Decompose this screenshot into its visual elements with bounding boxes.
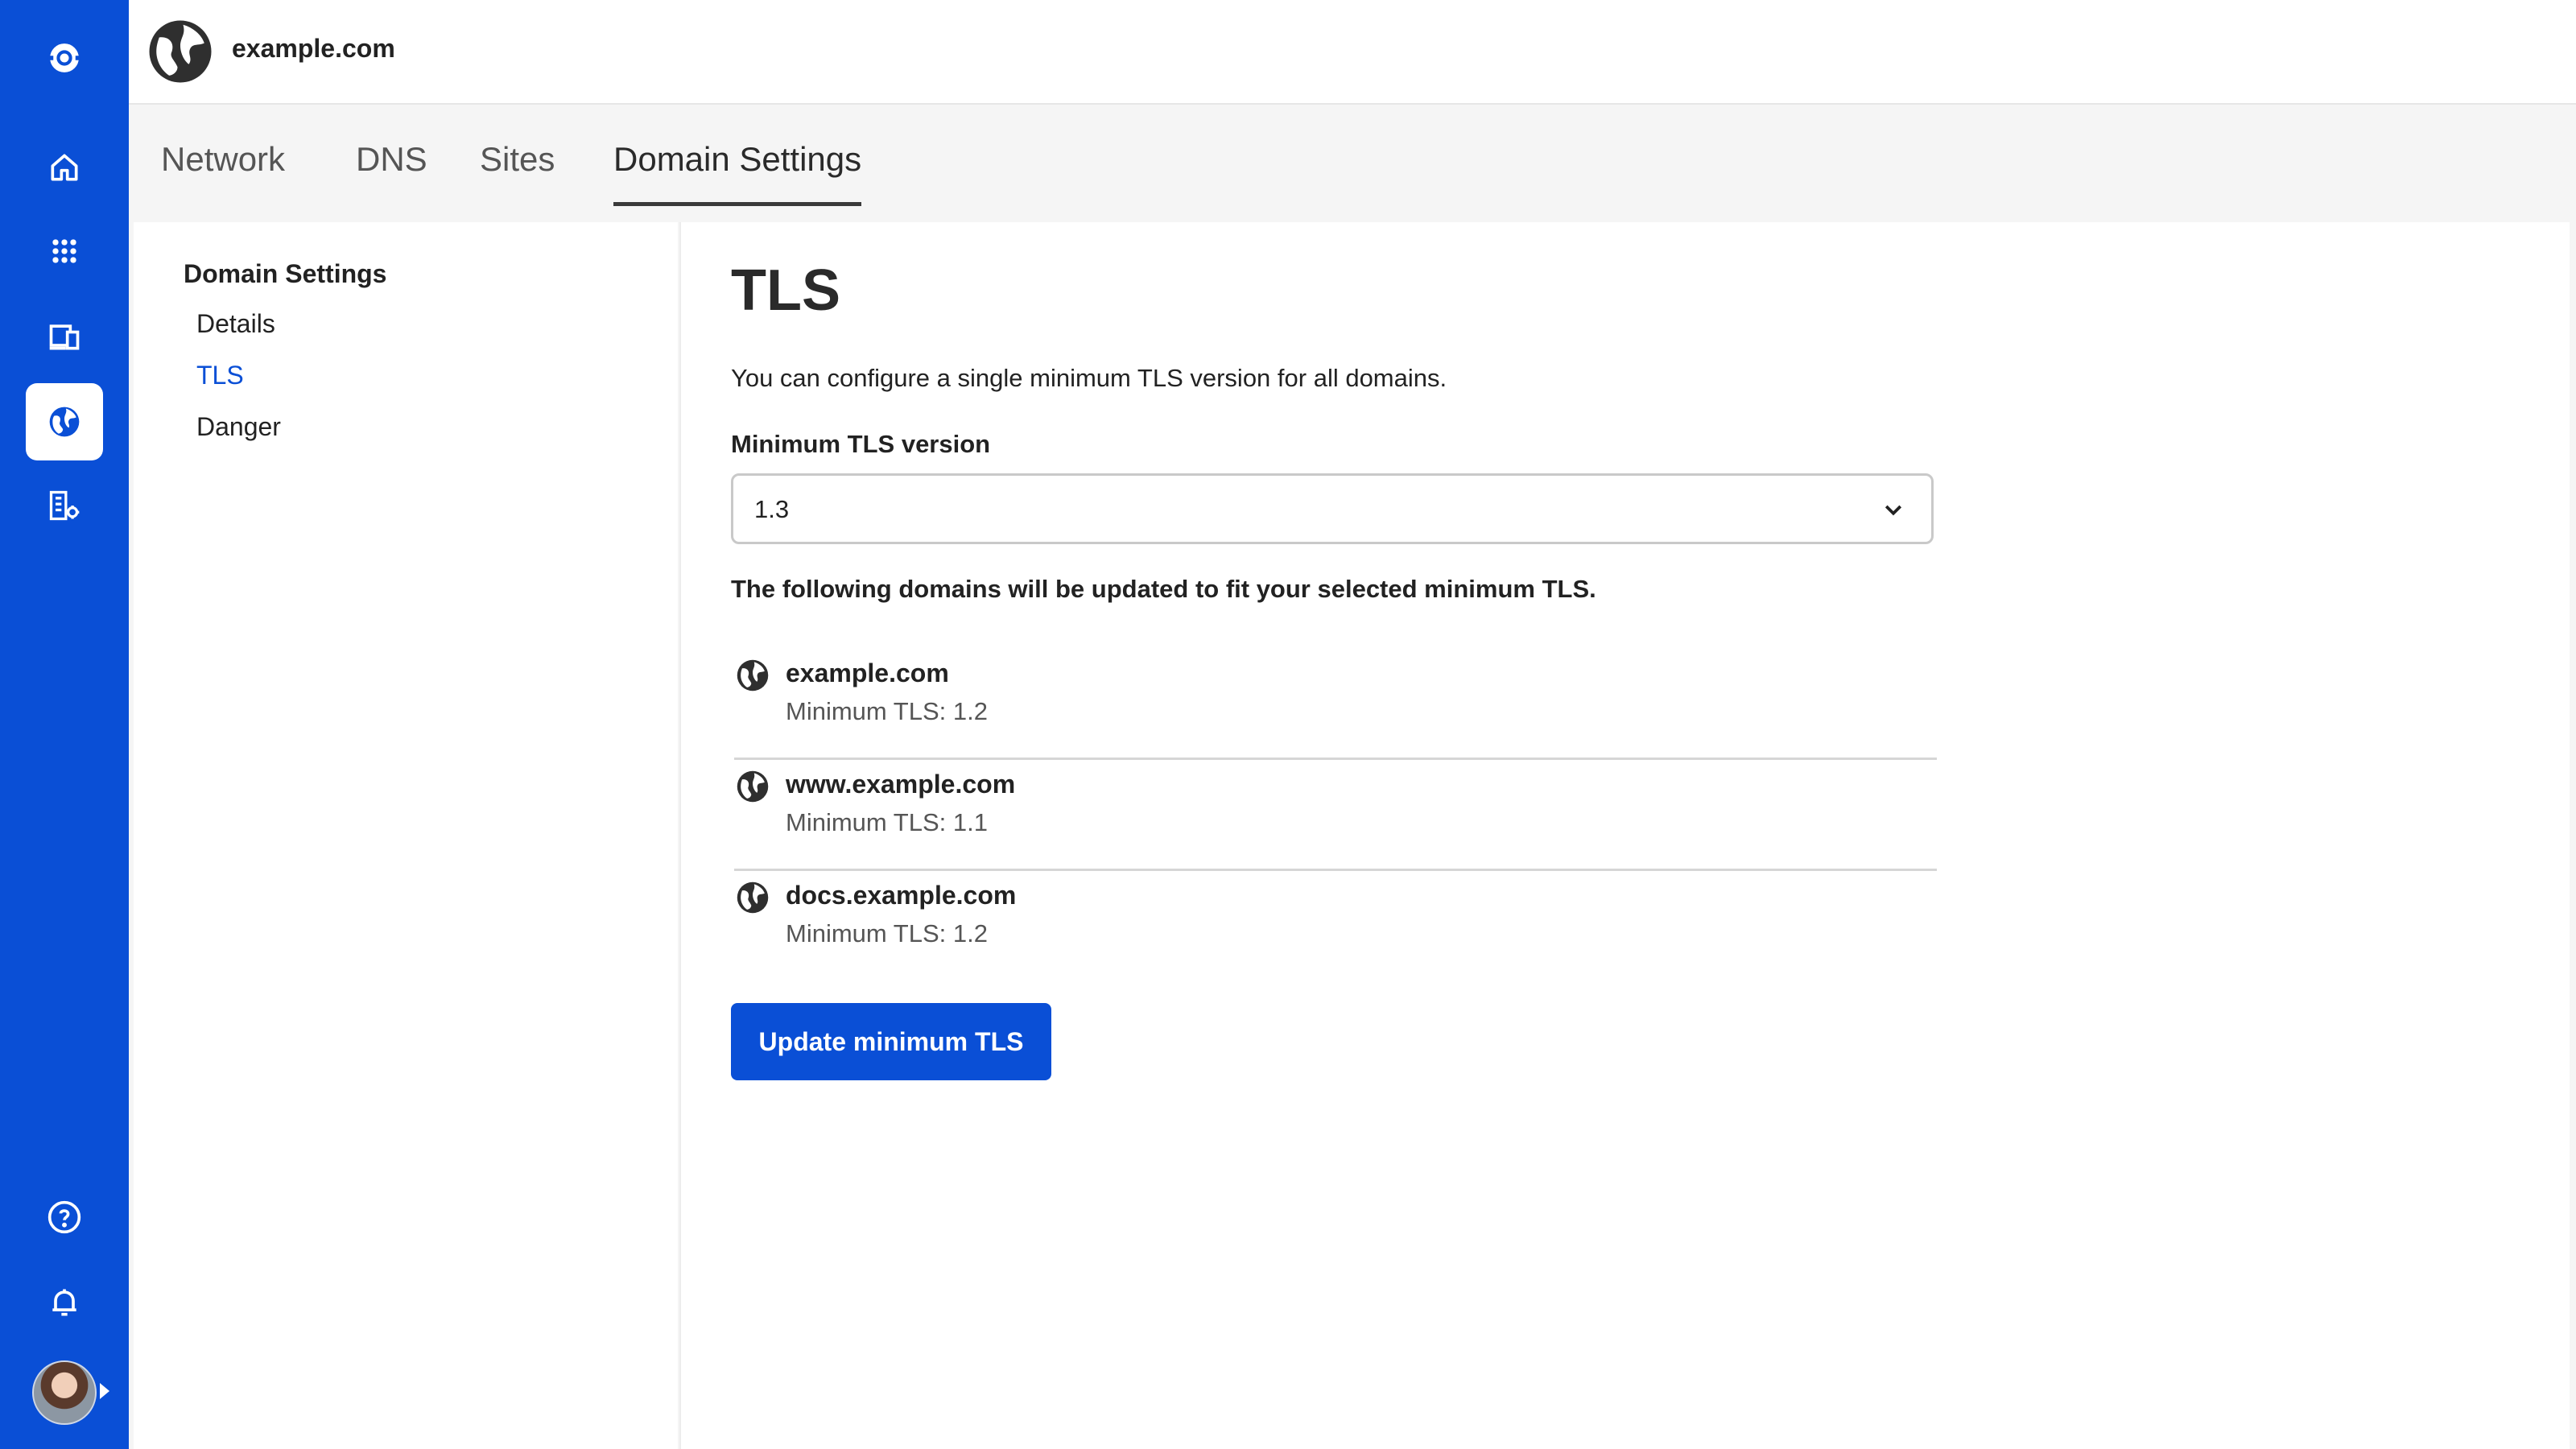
left-rail xyxy=(0,0,129,1449)
globe-icon xyxy=(737,770,769,803)
avatar-caret-icon[interactable] xyxy=(100,1383,109,1399)
subnav-item-tls[interactable]: TLS xyxy=(196,361,244,390)
notifications-bell-icon[interactable] xyxy=(26,1264,103,1341)
section-tabs: Network DNS Sites Domain Settings xyxy=(129,105,2576,217)
min-tls-select[interactable]: 1.3 xyxy=(731,473,1934,544)
settings-subnav: Domain Settings Details TLS Danger xyxy=(134,222,678,1449)
subnav-title: Domain Settings xyxy=(184,259,387,288)
update-minimum-tls-button[interactable]: Update minimum TLS xyxy=(731,1003,1051,1080)
domain-list: example.com Minimum TLS: 1.2 www.example… xyxy=(734,649,1937,982)
tab-sites[interactable]: Sites xyxy=(480,140,555,206)
site-name: example.com xyxy=(232,34,395,63)
panel-description: You can configure a single minimum TLS v… xyxy=(731,364,1447,392)
domain-name: example.com xyxy=(786,658,949,687)
page-title: TLS xyxy=(731,258,840,323)
domain-name: docs.example.com xyxy=(786,881,1017,910)
update-notice: The following domains will be updated to… xyxy=(731,575,1596,603)
tls-panel: TLS You can configure a single minimum T… xyxy=(679,222,2570,1449)
globe-icon[interactable] xyxy=(26,383,103,460)
domain-row: docs.example.com Minimum TLS: 1.2 xyxy=(734,871,1937,982)
organization-settings-icon[interactable] xyxy=(26,467,103,544)
tab-network[interactable]: Network xyxy=(161,140,285,206)
domain-min-tls: Minimum TLS: 1.2 xyxy=(786,919,988,947)
globe-icon xyxy=(737,659,769,691)
domain-row: www.example.com Minimum TLS: 1.1 xyxy=(734,760,1937,871)
domain-name: www.example.com xyxy=(786,770,1016,799)
min-tls-label: Minimum TLS version xyxy=(731,430,991,458)
app-logo-icon[interactable] xyxy=(26,19,103,97)
site-globe-icon xyxy=(149,20,212,83)
subnav-item-danger[interactable]: Danger xyxy=(196,412,281,442)
min-tls-selected-value: 1.3 xyxy=(754,495,790,523)
globe-icon xyxy=(737,881,769,914)
tab-domain-settings[interactable]: Domain Settings xyxy=(613,140,862,206)
top-header: example.com xyxy=(129,0,2576,105)
domain-min-tls: Minimum TLS: 1.2 xyxy=(786,697,988,725)
home-icon[interactable] xyxy=(26,129,103,206)
domain-row: example.com Minimum TLS: 1.2 xyxy=(734,649,1937,760)
apps-grid-icon[interactable] xyxy=(26,213,103,290)
tab-dns[interactable]: DNS xyxy=(356,140,427,206)
help-icon[interactable] xyxy=(26,1179,103,1256)
domain-min-tls: Minimum TLS: 1.1 xyxy=(786,808,988,836)
chevron-down-icon xyxy=(1885,505,1902,516)
devices-icon[interactable] xyxy=(26,298,103,375)
user-avatar[interactable] xyxy=(32,1360,97,1425)
subnav-item-details[interactable]: Details xyxy=(196,309,275,339)
